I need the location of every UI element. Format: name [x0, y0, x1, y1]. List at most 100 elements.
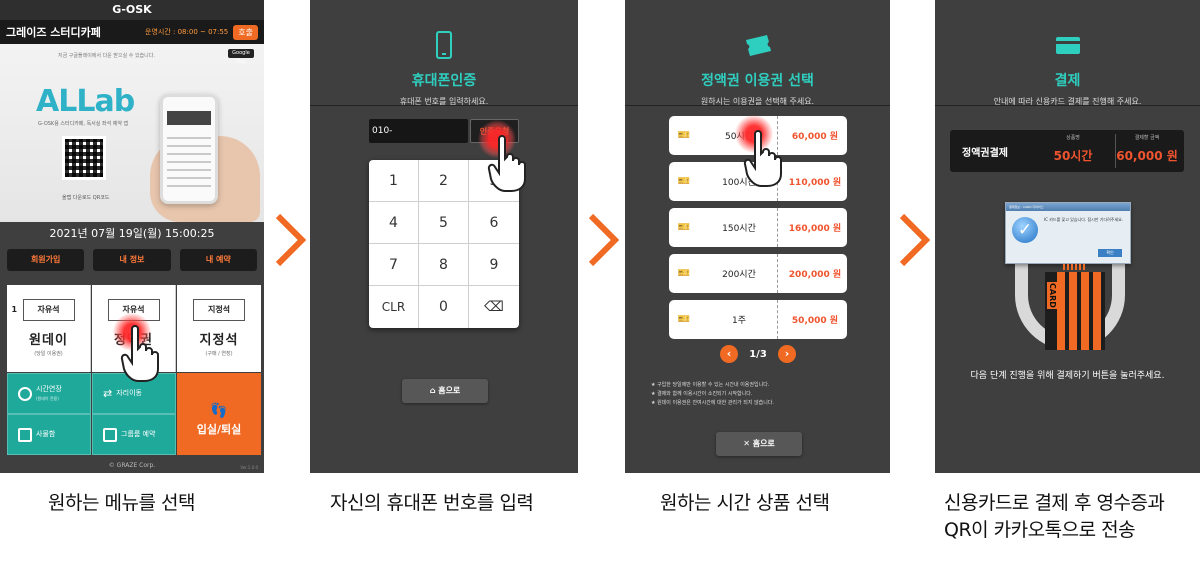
enter-exit-label: 입실/퇴실	[196, 423, 242, 436]
next-step-chevron-icon	[896, 210, 932, 270]
step1-caption: 원하는 메뉴를 선택	[48, 492, 195, 514]
phone-auth-screen: 휴대폰인증 휴대폰 번호를 입력하세요. 010- 인증요청 1 2 3 4 5…	[310, 0, 578, 473]
product-name: 1주	[731, 316, 746, 326]
pointing-hand-icon	[743, 130, 782, 187]
reserved-seat-button[interactable]: 지정석 지정석 (구매 / 연장)	[177, 285, 261, 372]
home-button-label: 홈으로	[752, 439, 775, 448]
dialog-title: 결제정보 - CARD 디바이스	[1006, 203, 1130, 211]
step4-caption-line2: QR이 카카오톡으로 전송	[944, 519, 1136, 541]
member-buttons: 회원가입 내 정보 내 예약	[0, 246, 264, 271]
key-2[interactable]: 2	[419, 160, 469, 202]
step3-caption: 원하는 시간 상품 선택	[660, 492, 830, 514]
prev-page-icon[interactable]: ‹	[720, 345, 738, 363]
tile-sublabel: (원데이 전용)	[36, 395, 59, 401]
allab-logo: ALLab	[36, 84, 135, 119]
product-item[interactable]: 🎫 1주 50,000 원	[669, 300, 847, 339]
product-item[interactable]: 🎫 200시간 200,000 원	[669, 254, 847, 293]
card-text: CARD	[1047, 282, 1058, 309]
calendar-icon	[103, 427, 117, 442]
ticket-icon: 지정석	[193, 299, 245, 321]
kiosk-main-menu-screen: G-OSK 그레이즈 스터디카페 운영시간 : 08:00 ~ 07:55 호출…	[0, 0, 264, 473]
next-step-chevron-icon	[272, 210, 308, 270]
product-header: 상품명	[1066, 135, 1080, 141]
home-icon: ⌂	[429, 386, 439, 395]
ticket-sublabel: (구매 / 연장)	[205, 351, 233, 357]
group-room-button[interactable]: 그룹룸 예약	[92, 414, 176, 455]
phone-number-input[interactable]: 010-	[369, 119, 468, 143]
notice-item: ★ 구입한 당일에만 이용할 수 있는 시간내 이용권입니다.	[651, 382, 770, 388]
step4-caption-line1: 신용카드로 결제 후 영수증과	[944, 492, 1165, 514]
card-payment-illustration: 결제정보 - CARD 디바이스 ✓ IC 카드를 꽂고 있습니다. 잠시만 기…	[1005, 202, 1133, 352]
qr-code-image	[62, 136, 106, 180]
product-price: 200,000 원	[788, 270, 842, 280]
copyright: © GRAZE Corp.	[108, 462, 156, 469]
current-datetime: 2021년 07월 19일(월) 15:00:25	[49, 227, 215, 240]
dialog-message: IC 카드를 꽂고 있습니다. 잠시만 기다려주세요.	[1044, 217, 1124, 222]
next-step-chevron-icon	[585, 210, 621, 270]
my-reservation-button[interactable]: 내 예약	[179, 249, 257, 271]
home-button[interactable]: ⌂ 홈으로	[402, 379, 488, 403]
oneday-ticket-button[interactable]: 자유석 원데이 (당일 이용권)	[7, 285, 91, 372]
ticket-icon	[745, 35, 771, 56]
ticket-label: 지정석	[199, 333, 239, 348]
card-dialog: 결제정보 - CARD 디바이스 ✓ IC 카드를 꽂고 있습니다. 잠시만 기…	[1005, 202, 1131, 264]
backspace-icon[interactable]: ⌫	[469, 286, 519, 328]
ticket-sublabel: (당일 이용권)	[34, 351, 63, 357]
payment-summary: 정액권결제 상품명 50시간 결제할 금액 60,000 원	[950, 130, 1184, 172]
divider	[310, 105, 578, 106]
home-button[interactable]: ✕ 홈으로	[716, 432, 802, 456]
checkmark-icon: ✓	[1012, 217, 1038, 243]
next-page-icon[interactable]: ›	[777, 345, 796, 363]
call-button[interactable]: 호출	[233, 24, 258, 40]
product-column: 상품명 50시간	[1038, 134, 1108, 164]
product-value: 50시간	[1053, 149, 1093, 163]
divider	[625, 105, 890, 106]
ticket-icon: 🎫	[677, 130, 691, 141]
operating-hours: 운영시간 : 08:00 ~ 07:55	[145, 28, 229, 36]
dialog-ok-button[interactable]: 확인	[1098, 249, 1122, 257]
signup-button[interactable]: 회원가입	[7, 249, 85, 271]
ticket-label: 원데이	[29, 333, 68, 348]
page-indicator: 1/3	[749, 348, 767, 360]
key-0[interactable]: 0	[419, 286, 469, 328]
amount-column: 결제할 금액 60,000 원	[1112, 134, 1182, 164]
banner-note: 지금 구글플레이에서 다운 받으실 수 있습니다.	[58, 53, 155, 59]
close-icon: ✕	[743, 439, 753, 448]
key-7[interactable]: 7	[369, 244, 419, 286]
payment-screen: 결제 안내에 따라 신용카드 결제를 진행해 주세요. 정액권결제 상품명 50…	[935, 0, 1200, 473]
product-price: 50,000 원	[791, 316, 839, 326]
key-9[interactable]: 9	[469, 244, 519, 286]
key-5[interactable]: 5	[419, 202, 469, 244]
key-8[interactable]: 8	[419, 244, 469, 286]
home-button-label: 홈으로	[438, 386, 461, 395]
notice-item: ★ 원데이 이용권은 잔여시간에 대한 관리가 되지 않습니다.	[651, 400, 774, 406]
clock-icon	[18, 386, 32, 401]
key-4[interactable]: 4	[369, 202, 419, 244]
pointing-hand-icon	[487, 135, 526, 192]
product-item[interactable]: 🎫 150시간 160,000 원	[669, 208, 847, 247]
next-step-message: 다음 단계 진행을 위해 결제하기 버튼을 눌러주세요.	[970, 371, 1165, 381]
key-6[interactable]: 6	[469, 202, 519, 244]
credit-card-image: CARD	[1045, 272, 1105, 350]
product-price: 60,000 원	[791, 132, 839, 142]
payment-type-label: 정액권결제	[962, 148, 1008, 159]
enter-exit-button[interactable]: 👣 입실/퇴실	[177, 373, 261, 455]
locker-button[interactable]: 사물함	[7, 414, 91, 455]
version: Ver.1.0.0	[240, 465, 258, 470]
key-1[interactable]: 1	[369, 160, 419, 202]
tile-label: 사물함	[36, 430, 56, 438]
ticket-icon: 🎫	[677, 268, 691, 279]
step2-caption: 자신의 휴대폰 번호를 입력	[330, 492, 534, 514]
phone-image	[160, 94, 218, 204]
screen-title: 결제	[1054, 73, 1081, 89]
store-name: 그레이즈 스터디카페	[6, 26, 101, 39]
clear-key[interactable]: CLR	[369, 286, 419, 328]
divider	[935, 105, 1200, 106]
time-extension-button[interactable]: 시간연장 (원데이 전용)	[7, 373, 91, 414]
amount-value: 60,000 원	[1116, 149, 1178, 163]
notice-list: ★ 구입한 당일에만 이용할 수 있는 시간내 이용권입니다. ★ 결제와 함께…	[651, 381, 774, 408]
my-info-button[interactable]: 내 정보	[93, 249, 171, 271]
store-header: 그레이즈 스터디카페 운영시간 : 08:00 ~ 07:55 호출	[0, 20, 264, 44]
screen-title: 휴대폰인증	[411, 73, 477, 89]
product-price: 160,000 원	[788, 224, 842, 234]
